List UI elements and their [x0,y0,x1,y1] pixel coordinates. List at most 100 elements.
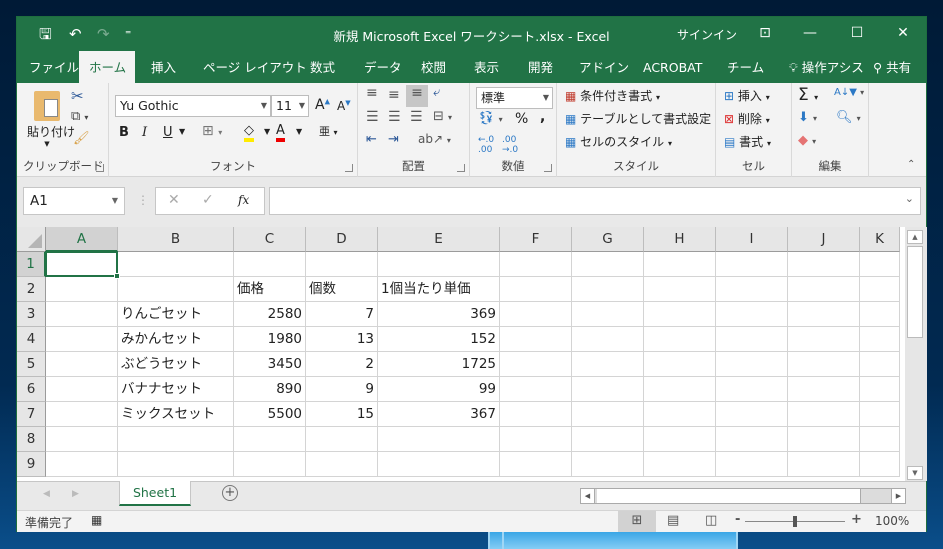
cell-g5[interactable] [572,352,644,377]
cell-h5[interactable] [644,352,716,377]
select-all-corner[interactable] [17,227,46,252]
cell-i2[interactable] [716,277,788,302]
cell-k6[interactable] [860,377,900,402]
underline-dropdown-icon[interactable]: ▼ [179,127,185,136]
ribbon-display-options-button[interactable]: ⊡ [745,22,785,44]
cell-j5[interactable] [788,352,860,377]
spreadsheet-grid[interactable]: A B C D E F G H I J K 1 2 価格 個数 1個当たり単価 3 りんごセット 2580 7 369 4… [17,227,905,481]
column-header-d[interactable]: D [306,227,378,252]
increase-indent-icon[interactable]: ⇥ [388,132,399,147]
cancel-icon[interactable]: ✕ [168,192,180,208]
format-painter-icon[interactable]: 🖌︎ [73,131,90,146]
tab-addins[interactable]: アドイン [569,51,639,83]
cell-c3[interactable]: 2580 [234,302,306,327]
cell-i4[interactable] [716,327,788,352]
fill-color-icon[interactable]: ◇ [244,123,254,142]
font-launcher-icon[interactable] [345,164,353,172]
cell-k9[interactable] [860,452,900,477]
conditional-formatting-button[interactable]: ▦ 条件付き書式 ▾ [565,87,660,104]
cell-j8[interactable] [788,427,860,452]
formula-input[interactable]: ⌄ [269,187,921,215]
cell-d8[interactable] [306,427,378,452]
cell-d9[interactable] [306,452,378,477]
cell-b2[interactable] [118,277,234,302]
vertical-scrollbar[interactable]: ▲ ▼ [905,227,927,481]
column-header-a[interactable]: A [46,227,118,252]
cell-a6[interactable] [46,377,118,402]
cell-k8[interactable] [860,427,900,452]
cell-c5[interactable]: 3450 [234,352,306,377]
italic-button[interactable]: I [142,125,147,140]
cell-c6[interactable]: 890 [234,377,306,402]
phonetic-guide-icon[interactable]: 亜 ▾ [319,123,338,139]
cell-a4[interactable] [46,327,118,352]
cell-f1[interactable] [500,252,572,277]
cell-k7[interactable] [860,402,900,427]
cell-i6[interactable] [716,377,788,402]
cell-a3[interactable] [46,302,118,327]
cell-i7[interactable] [716,402,788,427]
cell-k4[interactable] [860,327,900,352]
find-select-icon[interactable]: 🔍︎ ▾ [836,110,861,125]
fill-icon[interactable]: ⬇ ▾ [798,110,817,125]
cell-c8[interactable] [234,427,306,452]
share-button[interactable]: ⚲ 共有 [863,51,921,83]
paste-button[interactable]: 貼り付け ▼ [27,91,75,148]
cell-i5[interactable] [716,352,788,377]
font-color-icon[interactable]: A [276,123,285,142]
cell-b3[interactable]: りんごセット [118,302,234,327]
vertical-scroll-thumb[interactable] [907,246,923,338]
alignment-launcher-icon[interactable] [457,164,465,172]
cell-j1[interactable] [788,252,860,277]
cell-f3[interactable] [500,302,572,327]
underline-button[interactable]: U [163,125,173,140]
row-header-4[interactable]: 4 [17,327,46,352]
macro-record-icon[interactable]: ▦ [91,513,102,527]
horizontal-scroll-thumb[interactable] [597,489,861,503]
scroll-left-button[interactable]: ◀ [581,489,595,503]
cell-e5[interactable]: 1725 [378,352,500,377]
font-color-dropdown-icon[interactable]: ▼ [296,127,302,136]
cell-f2[interactable] [500,277,572,302]
zoom-out-button[interactable]: - [735,512,740,527]
decrease-indent-icon[interactable]: ⇤ [366,132,377,147]
expand-formula-bar-icon[interactable]: ⌄ [905,192,914,205]
add-sheet-button[interactable]: + [222,485,238,501]
cell-c7[interactable]: 5500 [234,402,306,427]
tell-me-button[interactable]: 💡︎ 操作アシス [779,51,874,83]
cell-h4[interactable] [644,327,716,352]
cell-i3[interactable] [716,302,788,327]
middle-align-icon[interactable]: ≡ [388,87,400,103]
scroll-down-button[interactable]: ▼ [907,466,923,480]
zoom-slider[interactable] [745,516,845,527]
copy-icon[interactable]: ⧉ ▾ [71,109,88,124]
number-launcher-icon[interactable] [544,164,552,172]
cell-h1[interactable] [644,252,716,277]
row-header-3[interactable]: 3 [17,302,46,327]
tab-developer[interactable]: 開発 [518,51,563,83]
bottom-align-icon[interactable]: ≡ [406,85,428,107]
cell-j4[interactable] [788,327,860,352]
wrap-text-icon[interactable]: ⤶ [433,85,440,100]
cell-e6[interactable]: 99 [378,377,500,402]
cell-h8[interactable] [644,427,716,452]
orientation-icon[interactable]: ab↗ ▾ [418,132,451,146]
cell-d4[interactable]: 13 [306,327,378,352]
normal-view-icon[interactable]: ⊞ [618,511,656,532]
tab-view[interactable]: 表示 [464,51,509,83]
cell-f9[interactable] [500,452,572,477]
cell-c9[interactable] [234,452,306,477]
cell-k1[interactable] [860,252,900,277]
cell-b7[interactable]: ミックスセット [118,402,234,427]
cell-d5[interactable]: 2 [306,352,378,377]
cell-c1[interactable] [234,252,306,277]
cell-i8[interactable] [716,427,788,452]
collapse-ribbon-icon[interactable]: ⌃ [907,159,915,170]
maximize-button[interactable]: ☐ [837,22,877,44]
cell-k2[interactable] [860,277,900,302]
cell-d6[interactable]: 9 [306,377,378,402]
row-header-8[interactable]: 8 [17,427,46,452]
comma-button[interactable]: , [540,109,545,125]
cell-j2[interactable] [788,277,860,302]
row-header-2[interactable]: 2 [17,277,46,302]
